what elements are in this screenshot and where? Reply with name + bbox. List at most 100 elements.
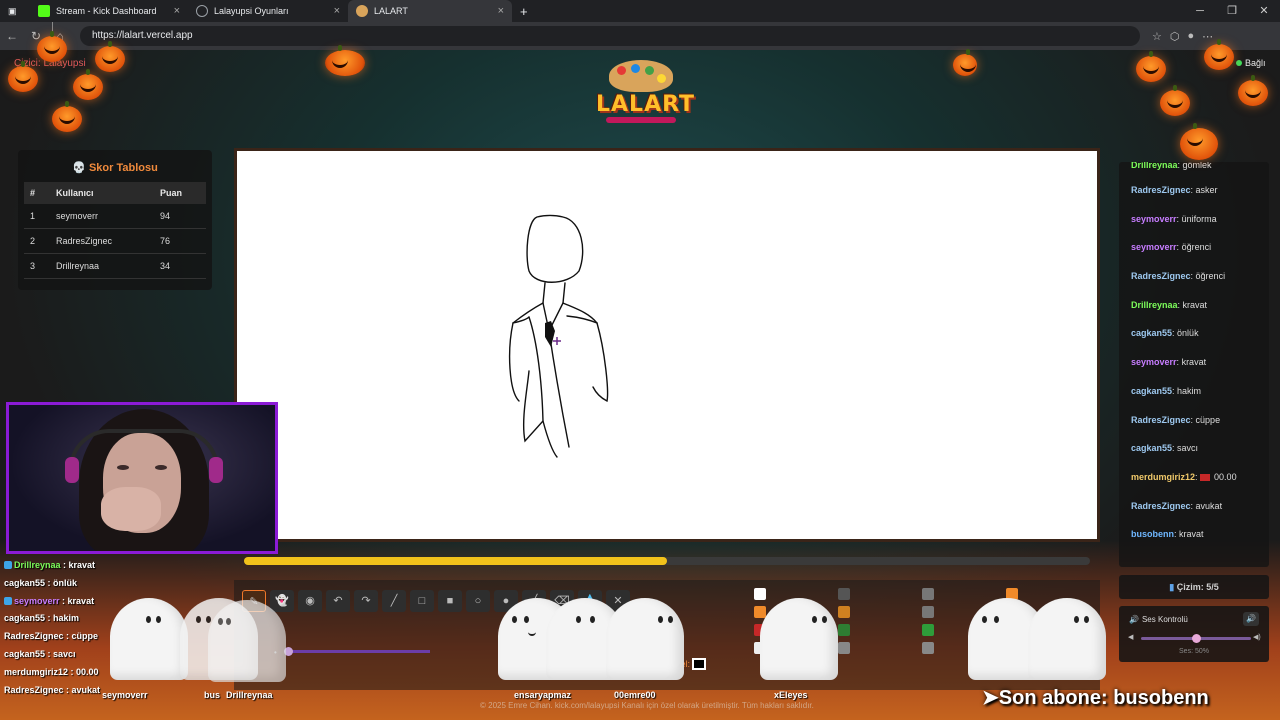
close-icon[interactable]: ×	[498, 5, 504, 17]
table-header: # Kullanıcı Puan	[24, 182, 206, 204]
chat-message: seymoverr: öğrenci	[1131, 242, 1212, 253]
ghost-icon[interactable]: 👻	[270, 590, 294, 612]
chat-message: Drillreynaa: gömlek	[1131, 162, 1212, 170]
chat-text: : cüppe	[63, 631, 99, 642]
table-row: 2 RadresZignec 76	[24, 228, 206, 254]
chat-username: RadresZignec	[1131, 414, 1191, 425]
chat-text: : kravat	[60, 560, 96, 570]
fill-icon[interactable]: ◉	[298, 590, 322, 612]
tab-actions-icon[interactable]: ▣	[0, 0, 30, 22]
chat-text: önlük	[1177, 328, 1199, 339]
score-cell: 34	[153, 253, 206, 279]
chat-text: : önlük	[45, 577, 78, 588]
color-swatch[interactable]	[922, 642, 934, 654]
chat-message: Drillreynaa: kravat	[1131, 299, 1208, 310]
volume-value: Ses: 50%	[1179, 648, 1209, 655]
color-swatch[interactable]	[922, 606, 934, 618]
chat-message: seymoverr: kravat	[1131, 357, 1207, 368]
close-icon[interactable]: ×	[334, 5, 340, 17]
chat-message: merdumgiriz12: 00.00	[1131, 471, 1237, 482]
pumpkin-icon	[1160, 85, 1190, 116]
new-tab-button[interactable]: +	[512, 0, 536, 22]
redo-icon[interactable]: ↷	[354, 590, 378, 612]
color-swatch[interactable]	[838, 588, 850, 600]
star-icon[interactable]: ☆	[1152, 30, 1162, 43]
maximize-icon[interactable]: ❐	[1216, 0, 1248, 22]
color-swatch[interactable]	[922, 624, 934, 636]
chat-message: cagkan55: savcı	[1131, 443, 1199, 454]
drawing-canvas[interactable]	[234, 148, 1100, 542]
pumpkin-icon	[8, 61, 38, 92]
chat-username: Drillreynaa	[1131, 162, 1178, 170]
volume-slider[interactable]	[1141, 634, 1251, 643]
color-swatch[interactable]	[922, 588, 934, 600]
chat-username: cagkan55	[4, 613, 46, 624]
stream-chat-message: cagkan55 : önlük	[4, 578, 204, 596]
chat-username: merdumgiriz12	[4, 666, 69, 677]
brush-size-slider[interactable]	[284, 647, 430, 656]
chat-message: busobenn: kravat	[1131, 529, 1204, 540]
player-name: ensaryapmaz	[514, 690, 572, 700]
guess-chat: Drillreynaa: gömlek RadresZignec: asker se…	[1119, 162, 1269, 567]
chat-username: RadresZignec	[4, 631, 64, 642]
color-swatch[interactable]	[838, 606, 850, 618]
chat-text: : hakim	[45, 613, 80, 624]
url-field[interactable]: https://lalart.vercel.app	[80, 26, 1140, 46]
sound-title-label: Ses Kontrolü	[1141, 615, 1188, 624]
color-swatch[interactable]	[838, 642, 850, 654]
circle-icon[interactable]: ○	[466, 590, 490, 612]
column-header: Puan	[153, 182, 206, 204]
chat-username: RadresZignec	[1131, 185, 1191, 195]
player-name: Drillreynaa	[226, 690, 273, 700]
chat-username: Drillreynaa	[1131, 299, 1178, 310]
custom-color-picker[interactable]	[692, 658, 706, 670]
player-name: seymoverr	[102, 690, 148, 700]
player-name: bus	[204, 690, 221, 700]
logo-text: LALART	[596, 92, 696, 117]
close-window-icon[interactable]: ✕	[1248, 0, 1280, 22]
column-header: Kullanıcı	[50, 182, 154, 204]
logo-ribbon	[606, 117, 676, 123]
flag-icon	[1200, 473, 1211, 481]
tab-kick-dashboard[interactable]: Stream - Kick Dashboard ×	[30, 0, 188, 22]
square-icon[interactable]: □	[410, 590, 434, 612]
drawing-svg	[508, 214, 609, 458]
back-icon[interactable]: ←	[0, 29, 24, 43]
drawing-counter: ▮ Çizim: 5/5	[1119, 575, 1269, 599]
window-controls: ─ ❐ ✕	[1184, 0, 1280, 22]
undo-icon[interactable]: ↶	[326, 590, 350, 612]
score-cell: 76	[153, 228, 206, 254]
chat-text: üniforma	[1181, 213, 1217, 224]
pumpkin-icon	[953, 49, 977, 76]
menu-icon[interactable]: ⋯	[1202, 30, 1213, 43]
filled-square-icon[interactable]: ■	[438, 590, 462, 612]
pumpkin-icon	[37, 31, 67, 62]
volume-knob[interactable]	[1192, 634, 1201, 643]
tab-lalart[interactable]: LALART ×	[348, 0, 512, 22]
chat-text: hakim	[1177, 385, 1202, 396]
minimize-icon[interactable]: ─	[1184, 0, 1216, 22]
chat-message: RadresZignec: öğrenci	[1131, 271, 1226, 282]
chat-text: avukat	[1195, 500, 1223, 511]
ghost-avatar	[110, 598, 188, 680]
profile-icon[interactable]: ●	[1187, 30, 1194, 43]
close-icon[interactable]: ×	[174, 5, 180, 17]
ghost-avatar	[606, 598, 684, 680]
color-swatch[interactable]	[754, 588, 766, 600]
headset-ear-icon	[209, 457, 223, 483]
chat-text: : savcı	[45, 648, 76, 659]
pumpkin-icon	[95, 41, 125, 72]
color-swatch[interactable]	[838, 624, 850, 636]
ghost-avatar	[208, 600, 286, 682]
subscriber-alert: ➤Son abone: busobenn	[982, 687, 1209, 709]
extension-icon[interactable]: ⬡	[1170, 30, 1180, 43]
rank-cell: 3	[24, 253, 50, 279]
chat-text: öğrenci	[1181, 242, 1212, 253]
drawing-counter-label: Çizim: 5/5	[1176, 582, 1219, 592]
color-swatch[interactable]	[754, 606, 766, 618]
mute-toggle-button[interactable]: 🔊	[1243, 612, 1259, 626]
chat-username: Drillreynaa	[14, 560, 61, 570]
tab-lalayupsi-games[interactable]: Lalayupsi Oyunları ×	[188, 0, 348, 22]
user-cell: seymoverr	[50, 204, 154, 229]
brush-icon[interactable]: ╱	[382, 590, 406, 612]
